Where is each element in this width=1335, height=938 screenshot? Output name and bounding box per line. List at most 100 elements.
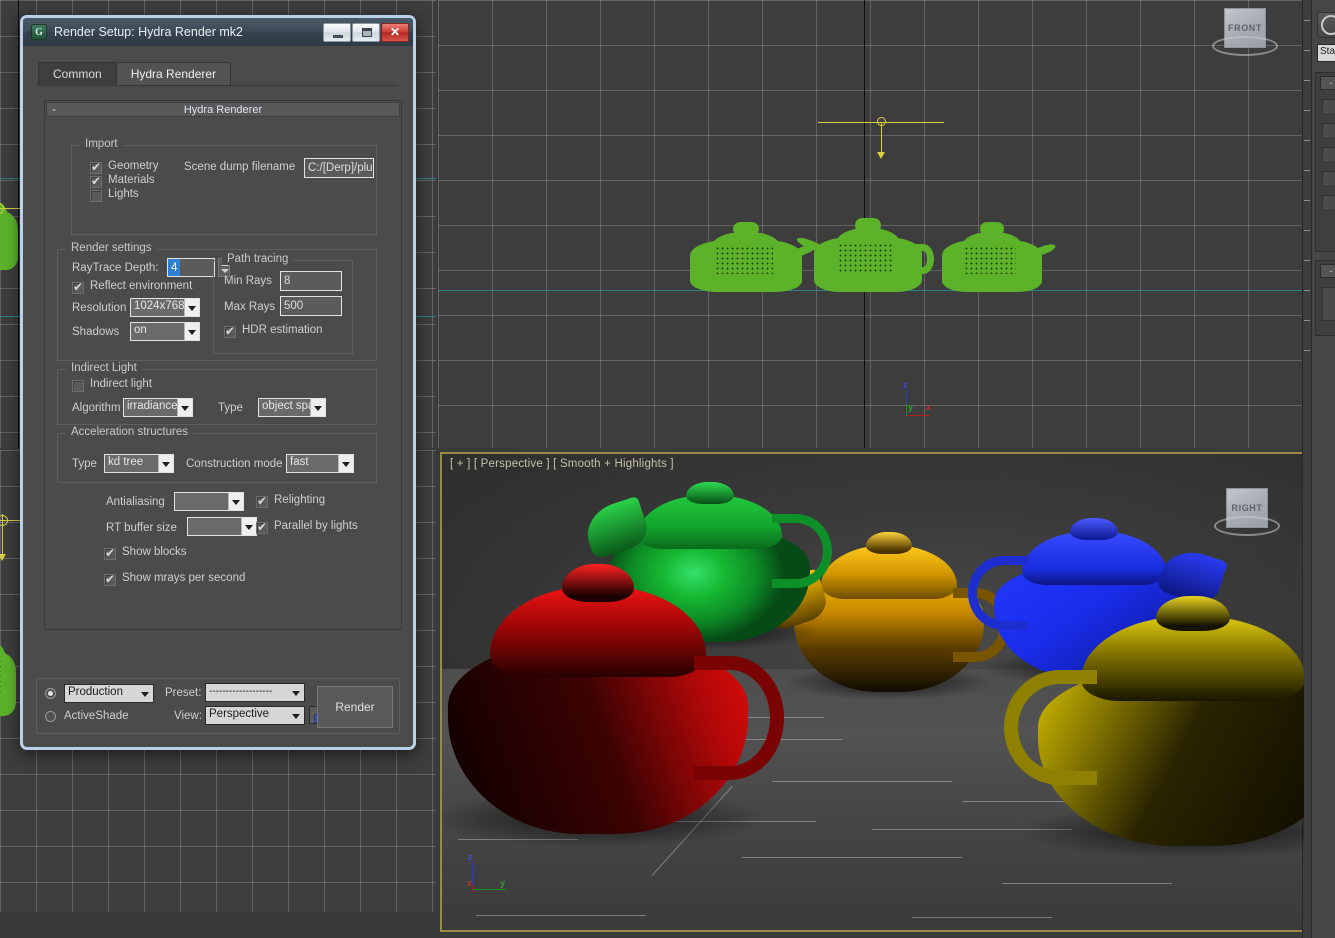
object-name-field[interactable]: Sta xyxy=(1317,44,1335,62)
raytrace-depth-field[interactable]: 4 xyxy=(167,258,215,277)
viewport-perspective[interactable]: RIGHT z x y [ + ] [ Perspective ] [ Smoo… xyxy=(440,452,1306,932)
panel-rollout-2[interactable]: - xyxy=(1315,260,1335,336)
rt-buffer-size-combo[interactable] xyxy=(187,517,257,536)
viewcube-ring[interactable] xyxy=(1212,36,1278,56)
teapot-wire-dots xyxy=(838,243,894,273)
chevron-down-icon[interactable] xyxy=(241,518,256,535)
show-mrays-checkbox[interactable] xyxy=(104,574,116,586)
chevron-down-icon[interactable] xyxy=(184,323,199,340)
hydra-renderer-rollout: - Hydra Renderer Import Geometry Materia… xyxy=(44,100,402,630)
resolution-combo[interactable]: 1024x768 xyxy=(130,298,200,317)
maximize-button[interactable] xyxy=(352,23,380,42)
scene-teapot-2[interactable] xyxy=(814,218,922,292)
construction-mode-value: fast xyxy=(290,456,309,468)
close-button[interactable]: ✕ xyxy=(381,23,409,42)
antialiasing-label: Antialiasing xyxy=(106,496,165,508)
minimize-icon xyxy=(333,35,343,38)
acceleration-title: Acceleration structures xyxy=(66,426,193,438)
min-rays-label: Min Rays xyxy=(224,275,272,287)
panel-row[interactable] xyxy=(1322,147,1335,163)
rollout-toggle[interactable]: - xyxy=(1320,76,1335,90)
construction-mode-combo[interactable]: fast xyxy=(286,454,354,473)
rt-buffer-size-label: RT buffer size xyxy=(106,522,177,534)
dialog-tabs[interactable]: Common Hydra Renderer xyxy=(38,62,230,86)
viewport-front[interactable]: z y x FRONT xyxy=(438,0,1306,448)
algorithm-combo[interactable]: irradiance xyxy=(123,398,193,417)
shadows-combo[interactable]: on xyxy=(130,322,200,341)
relighting-checkbox[interactable] xyxy=(256,496,268,508)
panel-row[interactable] xyxy=(1322,99,1335,115)
direct-light-gizmo[interactable] xyxy=(818,110,948,160)
axis-tripod: z y x xyxy=(900,378,956,434)
production-combo[interactable]: Production xyxy=(64,684,154,703)
import-group: Import Geometry Materials Lights Scene d… xyxy=(71,145,377,235)
dialog-titlebar[interactable]: G Render Setup: Hydra Render mk2 ✕ xyxy=(23,18,413,46)
chevron-down-icon[interactable] xyxy=(289,684,304,701)
rollout-toggle[interactable]: - xyxy=(1320,264,1335,278)
lights-label: Lights xyxy=(108,188,139,200)
materials-checkbox[interactable] xyxy=(90,176,102,188)
indirect-light-checkbox[interactable] xyxy=(72,380,84,392)
indirect-light-group: Indirect Light Indirect light Algorithm … xyxy=(57,369,377,425)
chevron-down-icon[interactable] xyxy=(289,707,304,724)
viewcube-ring[interactable] xyxy=(1214,516,1280,536)
chevron-down-icon[interactable] xyxy=(138,685,153,702)
panel-row[interactable] xyxy=(1322,195,1335,211)
rollout-collapse-icon[interactable]: - xyxy=(52,102,56,116)
teapot-wire-dots xyxy=(964,246,1016,274)
show-blocks-checkbox[interactable] xyxy=(104,548,116,560)
acceleration-type-combo[interactable]: kd tree xyxy=(104,454,174,473)
reflect-environment-checkbox[interactable] xyxy=(72,282,84,294)
viewcube-front[interactable]: FRONT xyxy=(1210,2,1280,64)
chevron-down-icon[interactable] xyxy=(310,399,325,416)
show-blocks-label: Show blocks xyxy=(122,546,187,558)
lights-checkbox[interactable] xyxy=(90,190,102,202)
hdr-estimation-checkbox[interactable] xyxy=(224,326,236,338)
antialiasing-combo[interactable] xyxy=(174,492,244,511)
tab-hydra-renderer[interactable]: Hydra Renderer xyxy=(116,62,231,86)
import-group-title: Import xyxy=(80,138,123,150)
minimize-button[interactable] xyxy=(323,23,351,42)
scene-dump-filename-field[interactable]: C:/[Derp]/plu xyxy=(304,158,374,178)
render-button[interactable]: Render xyxy=(317,686,393,728)
window-controls[interactable]: ✕ xyxy=(323,23,409,42)
rollout-header[interactable]: - Hydra Renderer xyxy=(46,102,400,117)
scene-dump-filename-label: Scene dump filename xyxy=(184,161,295,173)
chevron-down-icon[interactable] xyxy=(184,299,199,316)
indirect-type-value: object spa xyxy=(262,400,314,412)
panel-row[interactable] xyxy=(1322,171,1335,187)
panel-rollout-1[interactable]: - xyxy=(1315,72,1335,252)
chevron-down-icon[interactable] xyxy=(228,493,243,510)
algorithm-value: irradiance xyxy=(127,400,178,412)
scene-teapot-3[interactable] xyxy=(942,222,1042,292)
parallel-by-lights-checkbox[interactable] xyxy=(256,522,268,534)
teapot-knob xyxy=(562,564,634,602)
viewport-splitter[interactable] xyxy=(438,448,1306,452)
command-panel[interactable]: Sta - - xyxy=(1302,0,1335,938)
indirect-type-combo[interactable]: object spa xyxy=(258,398,326,417)
scene-teapot-1[interactable] xyxy=(690,222,802,292)
production-radio[interactable] xyxy=(45,688,56,699)
preset-combo[interactable]: ------------------- xyxy=(205,683,305,702)
teapot-knob xyxy=(980,222,1004,236)
render-settings-title: Render settings xyxy=(66,242,157,254)
selected-object-sliver[interactable] xyxy=(0,630,16,716)
chevron-down-icon[interactable] xyxy=(158,455,173,472)
geometry-checkbox[interactable] xyxy=(90,162,102,174)
acceleration-type-label: Type xyxy=(72,458,97,470)
render-setup-dialog[interactable]: G Render Setup: Hydra Render mk2 ✕ Commo… xyxy=(20,15,416,750)
chevron-down-icon[interactable] xyxy=(177,399,192,416)
parallel-by-lights-label: Parallel by lights xyxy=(274,520,358,532)
view-combo[interactable]: Perspective xyxy=(205,706,305,725)
panel-row[interactable] xyxy=(1322,123,1335,139)
min-rays-field[interactable]: 8 xyxy=(280,271,342,291)
activeshade-radio[interactable] xyxy=(45,711,56,722)
tab-common[interactable]: Common xyxy=(38,62,117,86)
viewcube-right[interactable]: RIGHT xyxy=(1212,482,1282,544)
circle-tool-button[interactable] xyxy=(1317,12,1335,38)
max-rays-field[interactable]: 500 xyxy=(280,296,342,316)
panel-row[interactable] xyxy=(1322,287,1335,321)
chevron-down-icon[interactable] xyxy=(338,455,353,472)
panel-ruler xyxy=(1303,0,1312,938)
hdr-estimation-label: HDR estimation xyxy=(242,324,323,336)
